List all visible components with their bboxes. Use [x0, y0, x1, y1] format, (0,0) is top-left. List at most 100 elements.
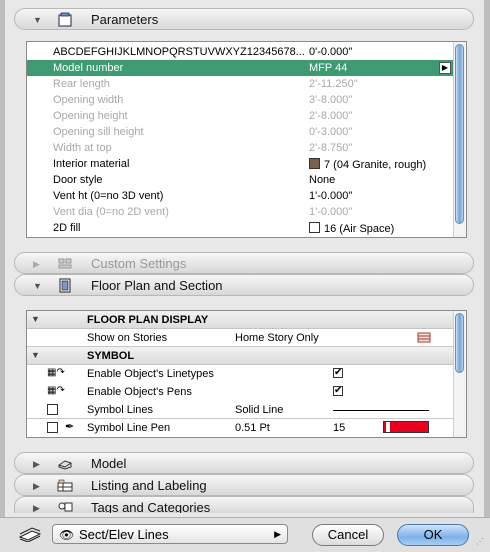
stories-icon[interactable] — [417, 331, 431, 343]
table-row[interactable]: ▦↷ Enable Object's Linetypes ✔ — [27, 365, 455, 383]
table-row[interactable]: Show on Stories Home Story Only — [27, 329, 455, 347]
symbol-pen-checkbox[interactable] — [47, 422, 58, 433]
resize-grip-icon[interactable]: ⋰ — [476, 538, 486, 549]
layer-name: Sect/Elev Lines — [79, 527, 169, 542]
param-row[interactable]: Rear length 2'-11.250" — [27, 76, 455, 92]
section-title: Tags and Categories — [91, 500, 211, 513]
parameters-icon — [58, 12, 72, 27]
section-listing-header[interactable]: ▶ Listing and Labeling — [14, 474, 474, 496]
table-row[interactable]: Symbol Lines Solid Line — [27, 401, 455, 419]
material-swatch-icon — [309, 158, 320, 169]
param-name: Vent dia (0=no 2D vent) — [53, 206, 169, 218]
row-value: 0.51 Pt — [235, 422, 270, 434]
param-value: 2'-8.750" — [309, 142, 353, 154]
linetypes-checkbox[interactable]: ✔ — [333, 368, 343, 378]
param-row-selected[interactable]: Model number MFP 44 ▶ — [27, 60, 455, 76]
expand-triangle-icon[interactable]: ▶ — [33, 503, 40, 513]
param-name: Door style — [53, 174, 103, 186]
fill-value: 16 (Air Space) — [324, 223, 395, 235]
section-custom-settings-header: ▶ Custom Settings — [14, 252, 474, 274]
param-value[interactable]: 0'-0.000" — [309, 46, 352, 58]
model-icon — [58, 460, 72, 470]
layer-popup[interactable]: 👁 Sect/Elev Lines ▶ — [52, 524, 288, 544]
symbol-lines-checkbox[interactable] — [47, 404, 58, 415]
param-row[interactable]: Width at top 2'-8.750" — [27, 140, 455, 156]
param-value[interactable]: None — [309, 174, 335, 186]
param-value: 3'-8.000" — [309, 94, 353, 106]
play-arrow-icon[interactable]: ▶ — [439, 62, 451, 74]
window-edge-left — [0, 0, 5, 551]
param-name: ABCDEFGHIJKLMNOPQRSTUVWXYZ12345678... — [53, 46, 305, 58]
table-row[interactable]: ▦↷ Enable Object's Pens ✔ — [27, 383, 455, 401]
param-row[interactable]: Interior material 7 (04 Granite, rough) — [27, 156, 455, 172]
parameters-list[interactable]: ABCDEFGHIJKLMNOPQRSTUVWXYZ12345678... 0'… — [26, 41, 467, 238]
collapse-triangle-icon[interactable]: ▼ — [33, 281, 42, 291]
param-name: Rear length — [53, 78, 110, 90]
dialog-footer: 👁 Sect/Elev Lines ▶ Cancel OK ⋰ — [0, 517, 490, 552]
param-name: Opening width — [53, 94, 124, 106]
collapse-triangle-icon[interactable]: ▼ — [31, 350, 40, 360]
param-row[interactable]: Opening sill height 0'-3.000" — [27, 124, 455, 140]
group-header-symbol[interactable]: ▼ SYMBOL — [27, 347, 455, 365]
param-value[interactable]: 7 (04 Granite, rough) — [309, 158, 426, 171]
param-row[interactable]: Vent dia (0=no 2D vent) 1'-0.000" — [27, 204, 455, 220]
section-title: Listing and Labeling — [91, 478, 207, 493]
expand-triangle-icon[interactable]: ▶ — [33, 459, 40, 469]
row-label: Symbol Line Pen — [87, 422, 171, 434]
cancel-button[interactable]: Cancel — [312, 524, 384, 546]
floor-plan-scrollbar[interactable] — [453, 311, 466, 437]
pen-color-swatch[interactable] — [383, 421, 429, 433]
ok-button[interactable]: OK — [397, 524, 469, 546]
row-label: Symbol Lines — [87, 404, 154, 416]
expand-triangle-icon[interactable]: ▶ — [33, 481, 40, 491]
collapse-triangle-icon[interactable]: ▼ — [31, 314, 40, 324]
collapse-triangle-icon[interactable]: ▼ — [33, 15, 42, 25]
param-value: 2'-11.250" — [309, 78, 358, 90]
section-model-header[interactable]: ▶ Model — [14, 452, 474, 474]
param-row[interactable]: 2D fill 16 (Air Space) — [27, 220, 455, 236]
pen-nib-icon: ✒ — [65, 421, 75, 433]
parameters-scrollbar[interactable] — [453, 42, 466, 237]
section-floor-plan-header[interactable]: ▼ Floor Plan and Section — [14, 274, 474, 296]
param-value[interactable]: 1'-0.000" — [309, 190, 352, 202]
row-value[interactable]: Solid Line — [235, 404, 283, 416]
section-title: Model — [91, 456, 127, 471]
fill-swatch-icon — [309, 222, 320, 233]
param-name: Opening sill height — [53, 126, 144, 138]
popup-arrow-icon: ▶ — [274, 529, 281, 539]
param-row[interactable]: Vent ht (0=no 3D vent) 1'-0.000" — [27, 188, 455, 204]
param-value: 0'-3.000" — [309, 126, 353, 138]
floor-plan-icon — [59, 278, 71, 293]
param-name: Interior material — [53, 158, 130, 170]
tags-icon — [58, 502, 73, 512]
floor-plan-table[interactable]: ▼ FLOOR PLAN DISPLAY Show on Stories Hom… — [26, 310, 467, 438]
param-row[interactable]: ABCDEFGHIJKLMNOPQRSTUVWXYZ12345678... 0'… — [27, 44, 455, 60]
eye-icon: 👁 — [59, 528, 75, 542]
linetype-icon: ▦↷ — [47, 367, 65, 378]
pens-checkbox[interactable]: ✔ — [333, 386, 343, 396]
custom-settings-icon — [58, 258, 72, 269]
window-edge-right — [484, 0, 490, 551]
param-value[interactable]: 16 (Air Space) — [309, 222, 394, 235]
scrollbar-thumb[interactable] — [455, 44, 464, 224]
row-label: Enable Object's Linetypes — [87, 368, 214, 380]
param-value: 1'-0.000" — [309, 206, 353, 218]
param-row[interactable]: Opening height 2'-8.000" — [27, 108, 455, 124]
param-name: Width at top — [53, 142, 112, 154]
param-value[interactable]: MFP 44 — [309, 62, 347, 74]
param-row[interactable]: Opening width 3'-8.000" — [27, 92, 455, 108]
section-title: Parameters — [91, 12, 159, 27]
group-header-floor-plan-display[interactable]: ▼ FLOOR PLAN DISPLAY — [27, 311, 455, 329]
table-row[interactable]: ✒ Symbol Line Pen 0.51 Pt 15 — [27, 419, 455, 437]
section-tags-header[interactable]: ▶ Tags and Categories — [14, 496, 474, 513]
section-title: Custom Settings — [91, 256, 187, 271]
param-row[interactable]: Door style None — [27, 172, 455, 188]
param-name: Opening height — [53, 110, 128, 122]
row-value[interactable]: Home Story Only — [235, 332, 319, 344]
section-parameters-header[interactable]: ▼ Parameters — [14, 8, 474, 30]
param-name: Model number — [53, 62, 124, 74]
expand-triangle-icon: ▶ — [33, 259, 40, 269]
pen-number[interactable]: 15 — [333, 422, 345, 434]
group-label: FLOOR PLAN DISPLAY — [87, 314, 209, 326]
scrollbar-thumb[interactable] — [455, 313, 464, 373]
